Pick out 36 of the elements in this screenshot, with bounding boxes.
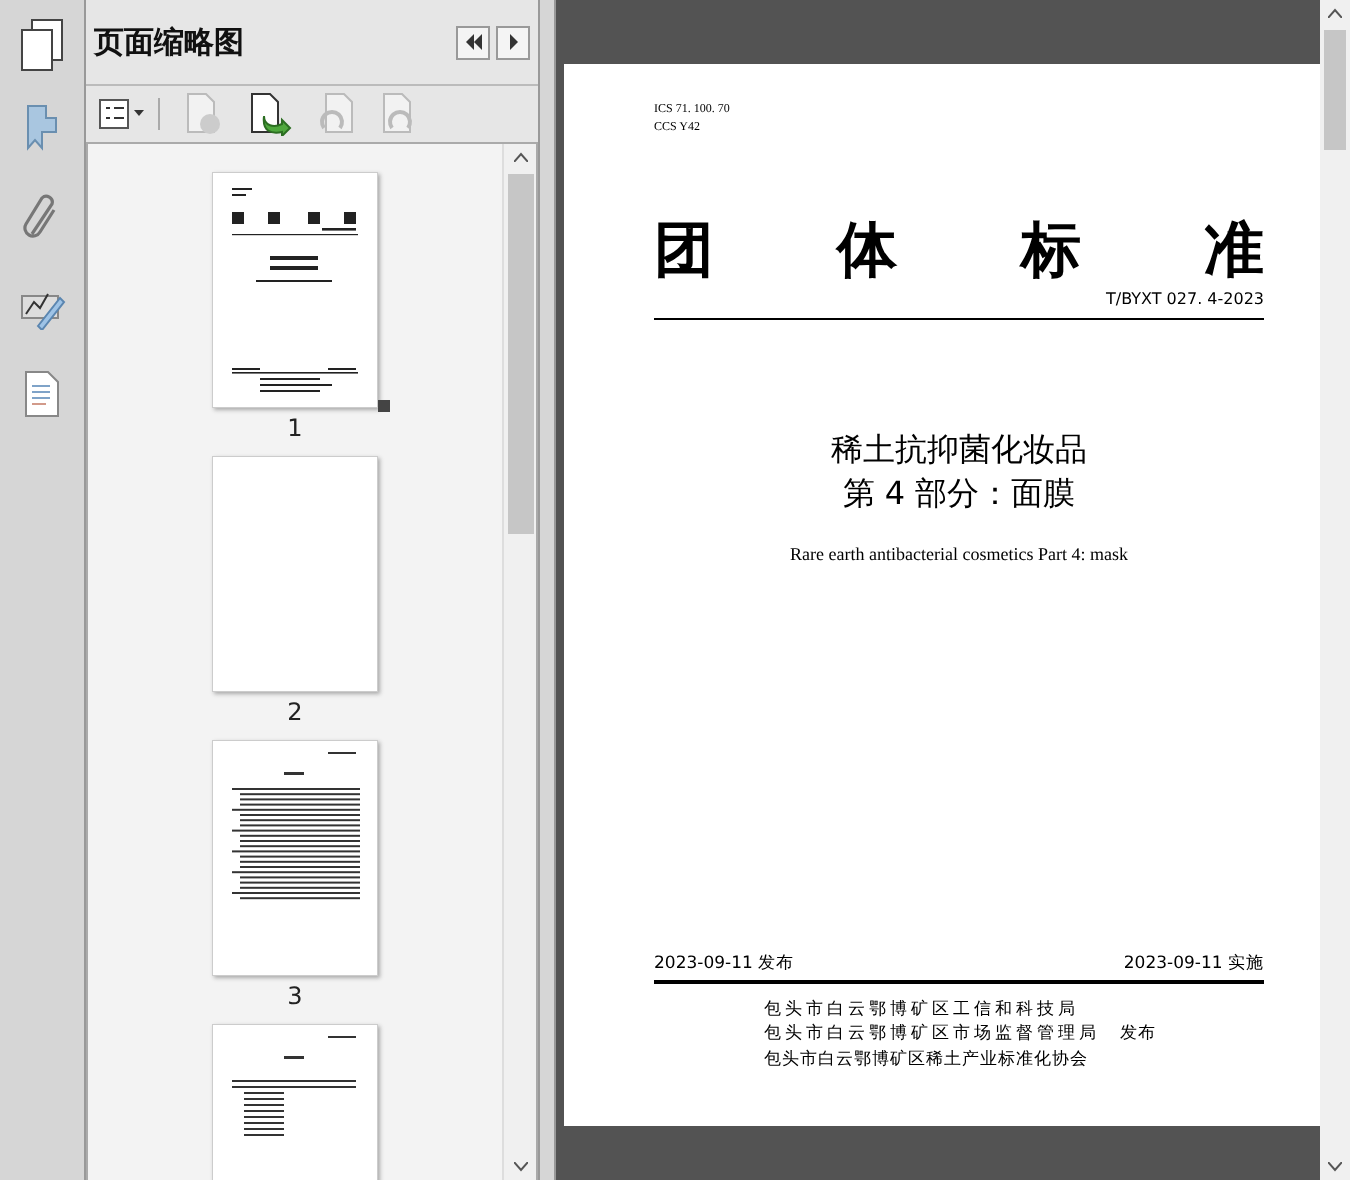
page-number: 2 — [287, 698, 303, 726]
issuer-name: 包头市白云鄂博矿区市场监督管理局 — [764, 1022, 1100, 1047]
document-icon[interactable] — [22, 370, 62, 418]
page-number: 1 — [287, 414, 303, 442]
publish-date: 2023-09-11 发布 — [654, 951, 795, 975]
right-arrow-icon — [507, 34, 519, 50]
view-marker[interactable] — [378, 400, 390, 412]
standard-heading: 团体标准 — [654, 218, 1264, 286]
collapse-button[interactable] — [456, 25, 490, 59]
scroll-down-icon[interactable] — [513, 1162, 527, 1172]
document-title: 第 4 部分：面膜 — [842, 472, 1076, 516]
effective-date: 2023-09-11 实施 — [1123, 951, 1264, 975]
standard-number: T/BYXT 027. 4-2023 — [1104, 290, 1264, 308]
issue-label: 发布 — [1120, 1022, 1156, 1047]
page-thumbnail[interactable] — [212, 740, 378, 976]
pages-icon[interactable] — [18, 18, 66, 74]
issuer-name: 包头市白云鄂博矿区稀土产业标准化协会 — [764, 1047, 1090, 1072]
scroll-up-icon[interactable] — [1328, 8, 1342, 18]
scrollbar[interactable] — [1320, 0, 1350, 1180]
page-thumbnail[interactable] — [212, 456, 378, 692]
options-menu-icon[interactable] — [98, 98, 146, 130]
scroll-up-icon[interactable] — [513, 152, 527, 162]
panel-title: 页面缩略图 — [94, 23, 246, 61]
english-title: Rare earth antibacterial cosmetics Part 4: mask — [788, 544, 1130, 564]
expand-button[interactable] — [496, 25, 530, 59]
splitter-handle[interactable] — [538, 0, 556, 1180]
document-title: 稀土抗抑菌化妆品 — [831, 428, 1087, 472]
scroll-down-icon[interactable] — [1328, 1162, 1342, 1172]
page-number: 3 — [287, 982, 303, 1010]
issuer-name: 包头市白云鄂博矿区工信和科技局 — [764, 997, 1081, 1022]
scroll-thumb[interactable] — [1324, 30, 1346, 150]
double-left-arrow-icon — [463, 34, 483, 50]
page-thumbnail[interactable] — [212, 172, 378, 408]
scrollbar[interactable] — [502, 144, 536, 1180]
insert-page-icon[interactable] — [248, 92, 292, 136]
scroll-thumb[interactable] — [507, 174, 533, 534]
